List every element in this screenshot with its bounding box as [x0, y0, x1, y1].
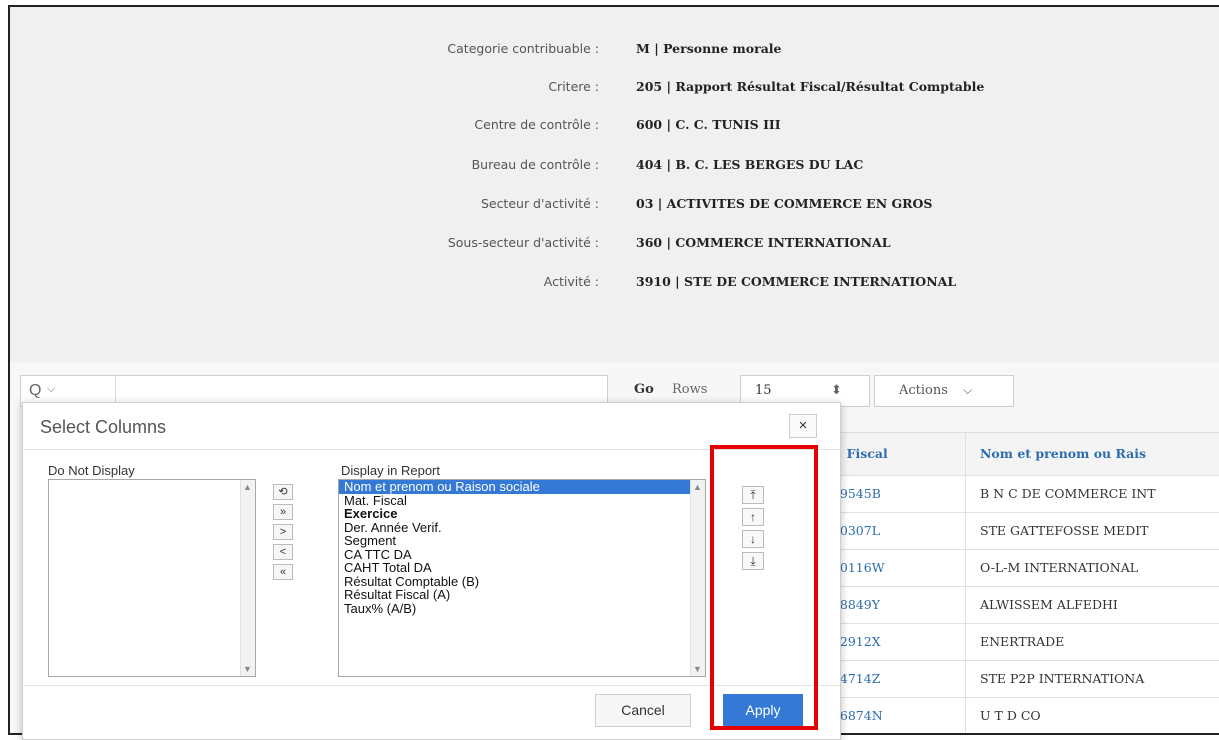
grid-header-row: at. Fiscal Nom et prenom ou Rais — [810, 433, 1219, 476]
updown-arrows-icon: ⬍ — [831, 382, 842, 397]
do-not-display-label: Do Not Display — [48, 463, 135, 478]
chevron-down-icon: ⌵ — [963, 383, 973, 397]
info-value: 3910 | STE DE COMMERCE INTERNATIONAL — [636, 274, 957, 289]
info-value: 360 | COMMERCE INTERNATIONAL — [636, 235, 891, 250]
list-item[interactable]: CA TTC DA — [339, 547, 705, 562]
nom-cell: ALWISSEM ALFEDHI — [965, 587, 1219, 623]
nom-cell: O-L-M INTERNATIONAL — [965, 550, 1219, 586]
actions-label: Actions — [899, 383, 948, 398]
nom-cell: ENERTRADE — [965, 624, 1219, 660]
info-value: 404 | B. C. LES BERGES DU LAC — [636, 157, 864, 172]
info-row-activite: Activité : 3910 | STE DE COMMERCE INTERN… — [10, 270, 1219, 294]
scroll-up-icon[interactable]: ▲ — [693, 482, 702, 492]
info-row-secteur: Secteur d'activité : 03 | ACTIVITES DE C… — [10, 192, 1219, 216]
info-label: Categorie contribuable : — [447, 41, 599, 56]
list-item[interactable]: Nom et prenom ou Raison sociale — [339, 480, 705, 494]
search-icon[interactable]: Q — [29, 382, 41, 400]
info-row-centre: Centre de contrôle : 600 | C. C. TUNIS I… — [10, 113, 1219, 137]
do-not-display-list[interactable]: ▲ ▼ — [48, 479, 256, 677]
list-item[interactable]: Segment — [339, 534, 705, 548]
go-button[interactable]: Go — [634, 382, 654, 397]
scroll-down-icon[interactable]: ▼ — [243, 664, 252, 674]
cancel-button[interactable]: Cancel — [595, 694, 691, 727]
display-in-report-list[interactable]: Nom et prenom ou Raison sociale Mat. Fis… — [338, 479, 706, 677]
highlight-box — [710, 445, 818, 730]
info-label: Sous-secteur d'activité : — [447, 235, 599, 250]
close-button[interactable]: × — [789, 414, 817, 438]
info-row-categorie: Categorie contribuable : M | Personne mo… — [10, 37, 1219, 61]
table-row: 174714Z STE P2P INTERNATIONA — [810, 661, 1219, 698]
list-item[interactable]: Der. Année Verif. — [339, 520, 705, 535]
nom-cell: STE P2P INTERNATIONA — [965, 661, 1219, 697]
info-value: 600 | C. C. TUNIS III — [636, 117, 781, 132]
list-item[interactable]: CAHT Total DA — [339, 561, 705, 575]
filter-info-panel: Categorie contribuable : M | Personne mo… — [10, 7, 1219, 363]
display-in-report-label: Display in Report — [341, 463, 440, 478]
info-value: 205 | Rapport Résultat Fiscal/Résultat C… — [636, 79, 985, 94]
list-item[interactable]: Taux% (A/B) — [339, 601, 705, 616]
list-item[interactable]: Résultat Comptable (B) — [339, 574, 705, 589]
info-label: Activité : — [543, 274, 599, 289]
rows-label: Rows — [672, 382, 708, 397]
info-row-bureau: Bureau de contrôle : 404 | B. C. LES BER… — [10, 153, 1219, 177]
table-row: 330307L STE GATTEFOSSE MEDIT — [810, 513, 1219, 550]
move-left-button[interactable]: < — [273, 544, 293, 560]
table-row: 229545B B N C DE COMMERCE INT — [810, 476, 1219, 513]
scroll-up-icon[interactable]: ▲ — [243, 482, 252, 492]
table-row: 770116W O-L-M INTERNATIONAL — [810, 550, 1219, 587]
actions-menu-button[interactable]: Actions ⌵ — [874, 375, 1014, 407]
info-label: Bureau de contrôle : — [471, 157, 599, 172]
list-item[interactable]: Mat. Fiscal — [339, 493, 705, 508]
report-grid: at. Fiscal Nom et prenom ou Rais 229545B… — [810, 432, 1219, 733]
move-right-button[interactable]: > — [273, 524, 293, 540]
move-all-right-button[interactable]: » — [273, 504, 293, 520]
nom-cell: STE GATTEFOSSE MEDIT — [965, 513, 1219, 549]
table-row: 352912X ENERTRADE — [810, 624, 1219, 661]
scroll-down-icon[interactable]: ▼ — [693, 664, 702, 674]
info-row-critere: Critere : 205 | Rapport Résultat Fiscal/… — [10, 75, 1219, 99]
reset-button[interactable]: ⟲ — [273, 484, 293, 500]
table-row: 338849Y ALWISSEM ALFEDHI — [810, 587, 1219, 624]
info-label: Secteur d'activité : — [480, 196, 599, 211]
nom-cell: B N C DE COMMERCE INT — [965, 476, 1219, 512]
dialog-title: Select Columns — [40, 417, 167, 437]
info-label: Critere : — [548, 79, 599, 94]
table-row: 356874N U T D CO — [810, 698, 1219, 733]
scrollbar[interactable]: ▲ ▼ — [690, 480, 705, 676]
rows-value: 15 — [755, 383, 772, 398]
column-header-nom[interactable]: Nom et prenom ou Rais — [965, 433, 1219, 475]
list-item[interactable]: Exercice — [339, 507, 705, 521]
info-value: 03 | ACTIVITES DE COMMERCE EN GROS — [636, 196, 933, 211]
chevron-down-icon[interactable]: ⌵ — [47, 383, 55, 396]
info-label: Centre de contrôle : — [474, 117, 599, 132]
list-item[interactable]: Résultat Fiscal (A) — [339, 588, 705, 602]
info-row-sous-secteur: Sous-secteur d'activité : 360 | COMMERCE… — [10, 231, 1219, 255]
move-all-left-button[interactable]: « — [273, 564, 293, 580]
nom-cell: U T D CO — [965, 698, 1219, 733]
scrollbar[interactable]: ▲ ▼ — [240, 480, 255, 676]
info-value: M | Personne morale — [636, 41, 782, 56]
